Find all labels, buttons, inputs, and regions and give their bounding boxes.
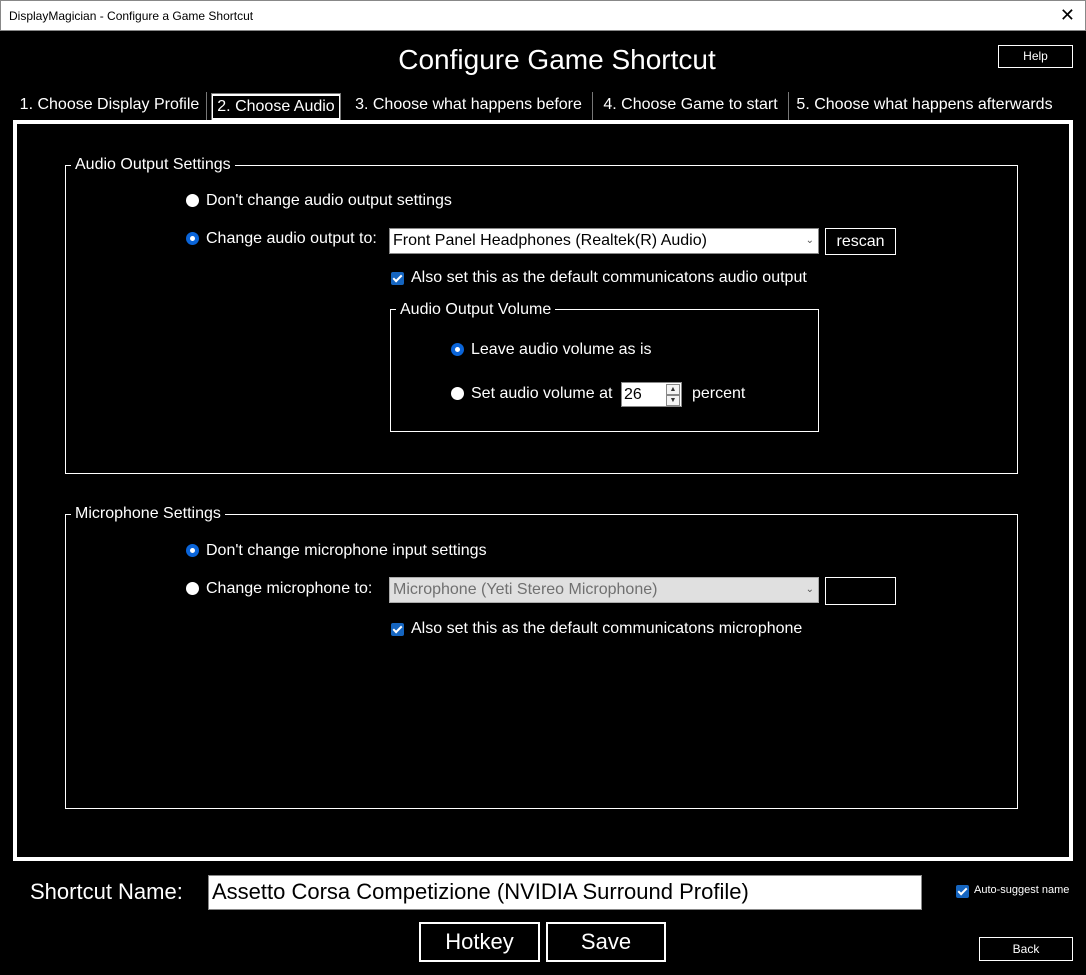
spin-down-icon[interactable]: ▼	[666, 395, 680, 406]
tab-afterwards[interactable]: 5. Choose what happens afterwards	[789, 92, 1060, 120]
rescan-button[interactable]: rescan	[825, 228, 896, 255]
mic-change-radio[interactable]	[186, 582, 199, 595]
window-title: DisplayMagician - Configure a Game Short…	[9, 9, 254, 23]
chevron-down-icon: ⌄	[805, 235, 814, 246]
mic-default-comms-label[interactable]: Also set this as the default communicato…	[411, 620, 802, 638]
tab-display-profile[interactable]: 1. Choose Display Profile	[13, 92, 207, 120]
audio-device-value: Front Panel Headphones (Realtek(R) Audio…	[393, 232, 707, 249]
audio-output-group-title: Audio Output Settings	[71, 156, 235, 174]
volume-unit-label: percent	[692, 385, 746, 402]
mic-rescan-button[interactable]	[825, 577, 896, 605]
page-title: Configure Game Shortcut	[398, 44, 716, 75]
mic-default-comms-checkbox[interactable]	[391, 623, 404, 636]
tab-before[interactable]: 3. Choose what happens before	[345, 92, 593, 120]
save-button[interactable]: Save	[546, 922, 666, 962]
auto-suggest-checkbox[interactable]	[956, 885, 969, 898]
volume-value: 26	[624, 386, 642, 403]
audio-volume-group-title: Audio Output Volume	[396, 301, 556, 319]
mic-change-label[interactable]: Change microphone to:	[206, 580, 372, 598]
mic-dont-change-radio[interactable]	[186, 544, 199, 557]
shortcut-name-input[interactable]: Assetto Corsa Competizione (NVIDIA Surro…	[208, 875, 922, 910]
audio-device-select[interactable]: Front Panel Headphones (Realtek(R) Audio…	[389, 228, 819, 254]
volume-leave-radio[interactable]	[451, 343, 464, 356]
tab-label: 4. Choose Game to start	[603, 96, 778, 113]
tab-label: 2. Choose Audio	[212, 95, 340, 119]
audio-volume-group	[390, 309, 819, 432]
tab-label: 5. Choose what happens afterwards	[796, 96, 1053, 113]
back-button[interactable]: Back	[979, 937, 1073, 961]
window-titlebar: DisplayMagician - Configure a Game Short…	[0, 0, 1086, 31]
volume-leave-label[interactable]: Leave audio volume as is	[471, 341, 652, 359]
hotkey-button[interactable]: Hotkey	[419, 922, 540, 962]
tab-label: 1. Choose Display Profile	[19, 96, 200, 113]
close-icon[interactable]: ✕	[1060, 5, 1075, 25]
chevron-down-icon: ⌄	[805, 584, 814, 595]
microphone-group-title: Microphone Settings	[71, 505, 225, 523]
tab-strip: 1. Choose Display Profile 2. Choose Audi…	[13, 92, 1073, 121]
auto-suggest-label[interactable]: Auto-suggest name	[974, 884, 1069, 896]
shortcut-name-label: Shortcut Name:	[30, 879, 183, 904]
audio-change-label[interactable]: Change audio output to:	[206, 230, 377, 248]
tab-audio[interactable]: 2. Choose Audio	[211, 93, 341, 121]
volume-set-radio[interactable]	[451, 387, 464, 400]
volume-set-label[interactable]: Set audio volume at	[471, 385, 612, 403]
audio-change-radio[interactable]	[186, 232, 199, 245]
volume-percent-stepper[interactable]: 26 ▲ ▼	[621, 382, 682, 407]
audio-dont-change-label[interactable]: Don't change audio output settings	[206, 192, 452, 210]
mic-device-value: Microphone (Yeti Stereo Microphone)	[393, 581, 658, 598]
spin-up-icon[interactable]: ▲	[666, 384, 680, 395]
audio-default-comms-label[interactable]: Also set this as the default communicato…	[411, 269, 807, 287]
tab-label: 3. Choose what happens before	[355, 96, 582, 113]
help-button[interactable]: Help	[998, 45, 1073, 68]
mic-dont-change-label[interactable]: Don't change microphone input settings	[206, 542, 487, 560]
audio-default-comms-checkbox[interactable]	[391, 272, 404, 285]
mic-device-select[interactable]: Microphone (Yeti Stereo Microphone) ⌄	[389, 577, 819, 603]
tab-game[interactable]: 4. Choose Game to start	[593, 92, 789, 120]
audio-dont-change-radio[interactable]	[186, 194, 199, 207]
